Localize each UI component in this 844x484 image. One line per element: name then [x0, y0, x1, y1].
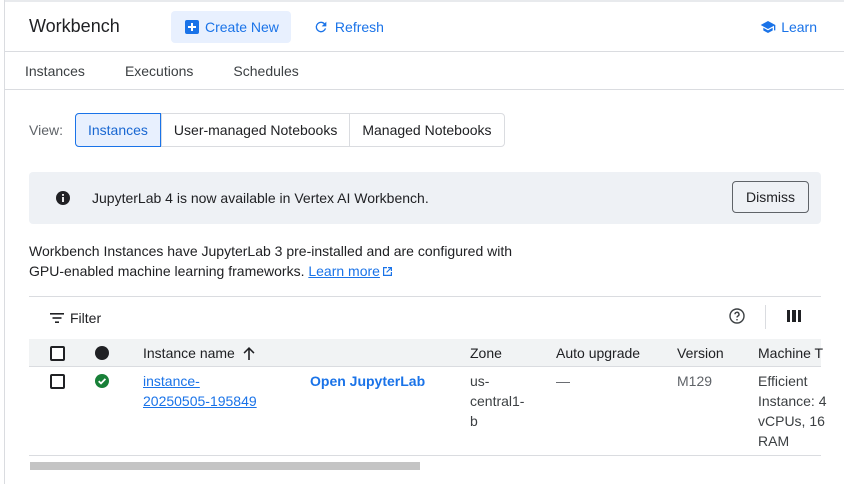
zone-line-3: b — [470, 413, 478, 429]
machine-line-2: Instance: 4 — [758, 393, 827, 409]
view-option-managed-notebooks[interactable]: Managed Notebooks — [349, 114, 503, 146]
filter-bar: Filter — [29, 297, 821, 339]
description-line-2: GPU-enabled machine learning frameworks. — [29, 263, 305, 279]
zone-line-2: central1- — [470, 393, 525, 409]
open-jupyterlab-link[interactable]: Open JupyterLab — [310, 371, 425, 391]
page-title: Workbench — [29, 16, 120, 36]
tab-schedules[interactable]: Schedules — [213, 63, 318, 79]
instances-table: Filter Instance name Zone Auto upgrade V… — [29, 296, 827, 456]
machine-line-3: vCPUs, 16 — [758, 413, 825, 429]
status-column-icon — [95, 346, 109, 360]
create-new-button[interactable]: Create New — [171, 10, 291, 43]
view-segmented-control: Instances User-managed Notebooks Managed… — [74, 113, 505, 147]
column-header-machine-type[interactable]: Machine T — [758, 345, 823, 361]
select-all-checkbox[interactable] — [50, 346, 65, 361]
toolbar-divider — [765, 305, 766, 329]
filter-input[interactable]: Filter — [70, 310, 101, 326]
instance-name-line-2: 20250505-195849 — [143, 393, 257, 409]
row-checkbox[interactable] — [50, 374, 65, 389]
learn-button[interactable]: Learn — [760, 19, 817, 35]
instance-name-line-1: instance- — [143, 373, 200, 389]
zone-line-1: us- — [470, 373, 490, 389]
version-cell: M129 — [677, 373, 713, 389]
auto-upgrade-cell: — — [556, 373, 570, 389]
column-display-icon[interactable] — [787, 310, 801, 322]
learn-label: Learn — [781, 18, 817, 35]
machine-line-4: RAM — [758, 433, 790, 449]
info-icon — [56, 191, 70, 205]
column-header-auto-upgrade[interactable]: Auto upgrade — [556, 345, 640, 361]
machine-type-cell: Efficient Instance: 4 vCPUs, 16 RAM — [758, 371, 827, 451]
refresh-label: Refresh — [334, 18, 384, 35]
view-option-user-managed-notebooks[interactable]: User-managed Notebooks — [160, 114, 349, 146]
column-header-instance-name[interactable]: Instance name — [143, 345, 255, 363]
view-selector: View: Instances User-managed Notebooks M… — [29, 113, 505, 147]
tab-instances[interactable]: Instances — [5, 63, 105, 79]
banner-message: JupyterLab 4 is now available in Vertex … — [92, 190, 429, 206]
column-header-instance-name-label: Instance name — [143, 345, 235, 361]
learn-more-link[interactable]: Learn more — [308, 263, 380, 279]
instance-name-link[interactable]: instance- 20250505-195849 — [143, 371, 257, 411]
refresh-icon — [315, 21, 327, 32]
school-icon — [760, 20, 776, 33]
column-header-zone[interactable]: Zone — [470, 345, 502, 361]
dismiss-button[interactable]: Dismiss — [732, 181, 809, 213]
info-banner: JupyterLab 4 is now available in Vertex … — [29, 172, 821, 224]
help-icon[interactable] — [729, 308, 745, 324]
horizontal-scrollbar[interactable] — [30, 462, 420, 470]
table-header: Instance name Zone Auto upgrade Version … — [29, 339, 823, 367]
tab-executions[interactable]: Executions — [105, 63, 213, 79]
zone-cell: us- central1- b — [470, 371, 524, 431]
view-label: View: — [29, 122, 63, 138]
table-row: instance- 20250505-195849 Open JupyterLa… — [29, 367, 827, 456]
column-header-version[interactable]: Version — [677, 345, 724, 361]
tab-bar: Instances Executions Schedules — [5, 52, 844, 90]
open-in-new-icon — [382, 262, 393, 282]
machine-line-1: Efficient — [758, 373, 808, 389]
refresh-button[interactable]: Refresh — [305, 11, 392, 43]
create-new-label: Create New — [205, 18, 279, 35]
description-line-1: Workbench Instances have JupyterLab 3 pr… — [29, 243, 513, 259]
page-header: Workbench Create New Refresh Learn — [5, 2, 844, 52]
add-box-icon — [185, 19, 199, 34]
arrow-upward-icon — [243, 347, 255, 363]
description: Workbench Instances have JupyterLab 3 pr… — [29, 241, 529, 282]
filter-list-icon[interactable] — [50, 312, 64, 324]
status-ok-icon — [95, 374, 109, 388]
view-option-instances[interactable]: Instances — [74, 113, 161, 147]
